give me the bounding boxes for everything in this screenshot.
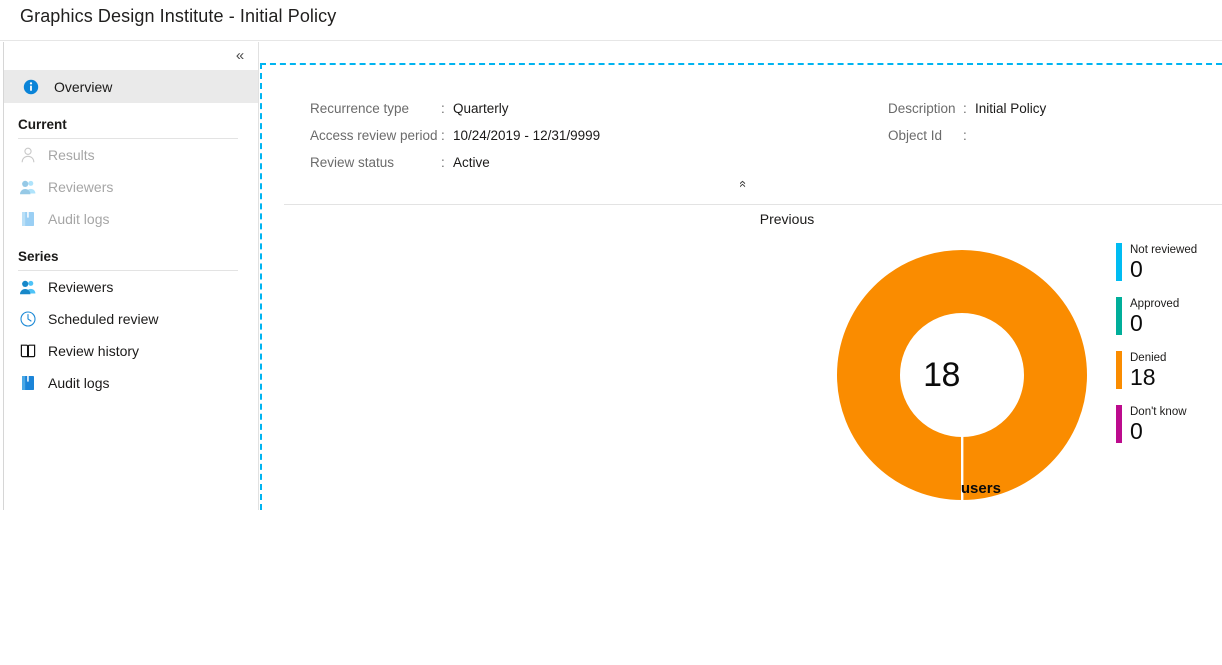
detail-key: Review status <box>310 155 441 170</box>
window-title-bar: Graphics Design Institute - Initial Poli… <box>0 0 1222 41</box>
info-icon <box>22 78 40 96</box>
detail-row-object-id: Object Id : <box>888 128 1046 155</box>
legend-value: 0 <box>1130 257 1197 282</box>
legend-text-block: Don't know 0 <box>1130 405 1187 444</box>
sidebar: « Overview Current Results <box>4 42 259 510</box>
people-icon <box>18 277 38 297</box>
legend-label: Don't know <box>1130 405 1187 419</box>
legend-item-approved[interactable]: Approved 0 <box>1116 297 1222 336</box>
legend-text-block: Not reviewed 0 <box>1130 243 1197 282</box>
sidebar-item-series-reviewers[interactable]: Reviewers <box>4 271 258 303</box>
sidebar-item-label: Reviewers <box>48 279 113 295</box>
sidebar-item-series-scheduled-review[interactable]: Scheduled review <box>4 303 258 335</box>
sidebar-item-current-results[interactable]: Results <box>4 139 258 171</box>
sidebar-item-label: Review history <box>48 343 139 359</box>
legend-color-swatch <box>1116 297 1122 335</box>
legend-text-block: Approved 0 <box>1130 297 1179 336</box>
policy-details-right-column: Description : Initial Policy Object Id : <box>888 101 1046 155</box>
legend-item-denied[interactable]: Denied 18 <box>1116 351 1222 390</box>
legend-label: Denied <box>1130 351 1166 365</box>
sidebar-section-heading-series: Series <box>18 249 258 264</box>
detail-colon: : <box>441 128 453 143</box>
content-divider <box>284 204 1222 205</box>
detail-row-access-review-period: Access review period : 10/24/2019 - 12/3… <box>310 128 600 155</box>
sidebar-item-label: Reviewers <box>48 179 113 195</box>
collapse-sidebar-icon[interactable]: « <box>230 46 250 66</box>
sidebar-item-label: Audit logs <box>48 375 109 391</box>
sidebar-item-label: Results <box>48 147 95 163</box>
overview-content-pane: Recurrence type : Quarterly Access revie… <box>260 63 1222 510</box>
history-icon <box>18 341 38 361</box>
sidebar-item-current-audit-logs[interactable]: Audit logs <box>4 203 258 235</box>
book-icon <box>18 209 38 229</box>
legend-color-swatch <box>1116 351 1122 389</box>
detail-row-recurrence-type: Recurrence type : Quarterly <box>310 101 600 128</box>
sidebar-item-series-audit-logs[interactable]: Audit logs <box>4 367 258 399</box>
legend-label: Not reviewed <box>1130 243 1197 257</box>
sidebar-section-heading-current: Current <box>18 117 258 132</box>
sidebar-item-current-reviewers[interactable]: Reviewers <box>4 171 258 203</box>
sidebar-item-series-review-history[interactable]: Review history <box>4 335 258 367</box>
sidebar-item-overview-label: Overview <box>54 79 112 95</box>
donut-chart[interactable]: 18 users <box>837 250 1087 500</box>
sidebar-collapse-row: « <box>4 42 258 70</box>
chart-title: Previous <box>262 211 1222 227</box>
detail-value: 10/24/2019 - 12/31/9999 <box>453 128 600 143</box>
legend-value: 0 <box>1130 419 1187 444</box>
detail-value: Active <box>453 155 490 170</box>
legend-text-block: Denied 18 <box>1130 351 1166 390</box>
detail-value: Initial Policy <box>975 101 1046 116</box>
sidebar-item-label: Scheduled review <box>48 311 159 327</box>
book-icon <box>18 373 38 393</box>
sidebar-item-label: Audit logs <box>48 211 109 227</box>
detail-colon: : <box>963 128 975 143</box>
collapse-details-icon[interactable]: « <box>736 0 750 665</box>
policy-details-left-column: Recurrence type : Quarterly Access revie… <box>310 101 600 182</box>
detail-key: Description <box>888 101 963 116</box>
chart-legend: Not reviewed 0 Approved 0 Denied 18 Don'… <box>1116 243 1222 459</box>
person-icon <box>18 145 38 165</box>
clock-icon <box>18 309 38 329</box>
sidebar-item-overview[interactable]: Overview <box>4 70 258 103</box>
detail-colon: : <box>963 101 975 116</box>
legend-color-swatch <box>1116 243 1122 281</box>
detail-key: Object Id <box>888 128 963 143</box>
legend-color-swatch <box>1116 405 1122 443</box>
people-icon <box>18 177 38 197</box>
legend-label: Approved <box>1130 297 1179 311</box>
detail-value: Quarterly <box>453 101 509 116</box>
page-title: Graphics Design Institute - Initial Poli… <box>20 6 336 27</box>
legend-value: 0 <box>1130 311 1179 336</box>
detail-colon: : <box>441 101 453 116</box>
legend-item-not-reviewed[interactable]: Not reviewed 0 <box>1116 243 1222 282</box>
donut-chart-svg <box>837 250 1087 500</box>
donut-slice-gap <box>961 406 963 500</box>
legend-value: 18 <box>1130 365 1166 390</box>
detail-key: Recurrence type <box>310 101 441 116</box>
detail-colon: : <box>441 155 453 170</box>
detail-row-review-status: Review status : Active <box>310 155 600 182</box>
detail-key: Access review period <box>310 128 441 143</box>
legend-item-dont-know[interactable]: Don't know 0 <box>1116 405 1222 444</box>
detail-row-description: Description : Initial Policy <box>888 101 1046 128</box>
